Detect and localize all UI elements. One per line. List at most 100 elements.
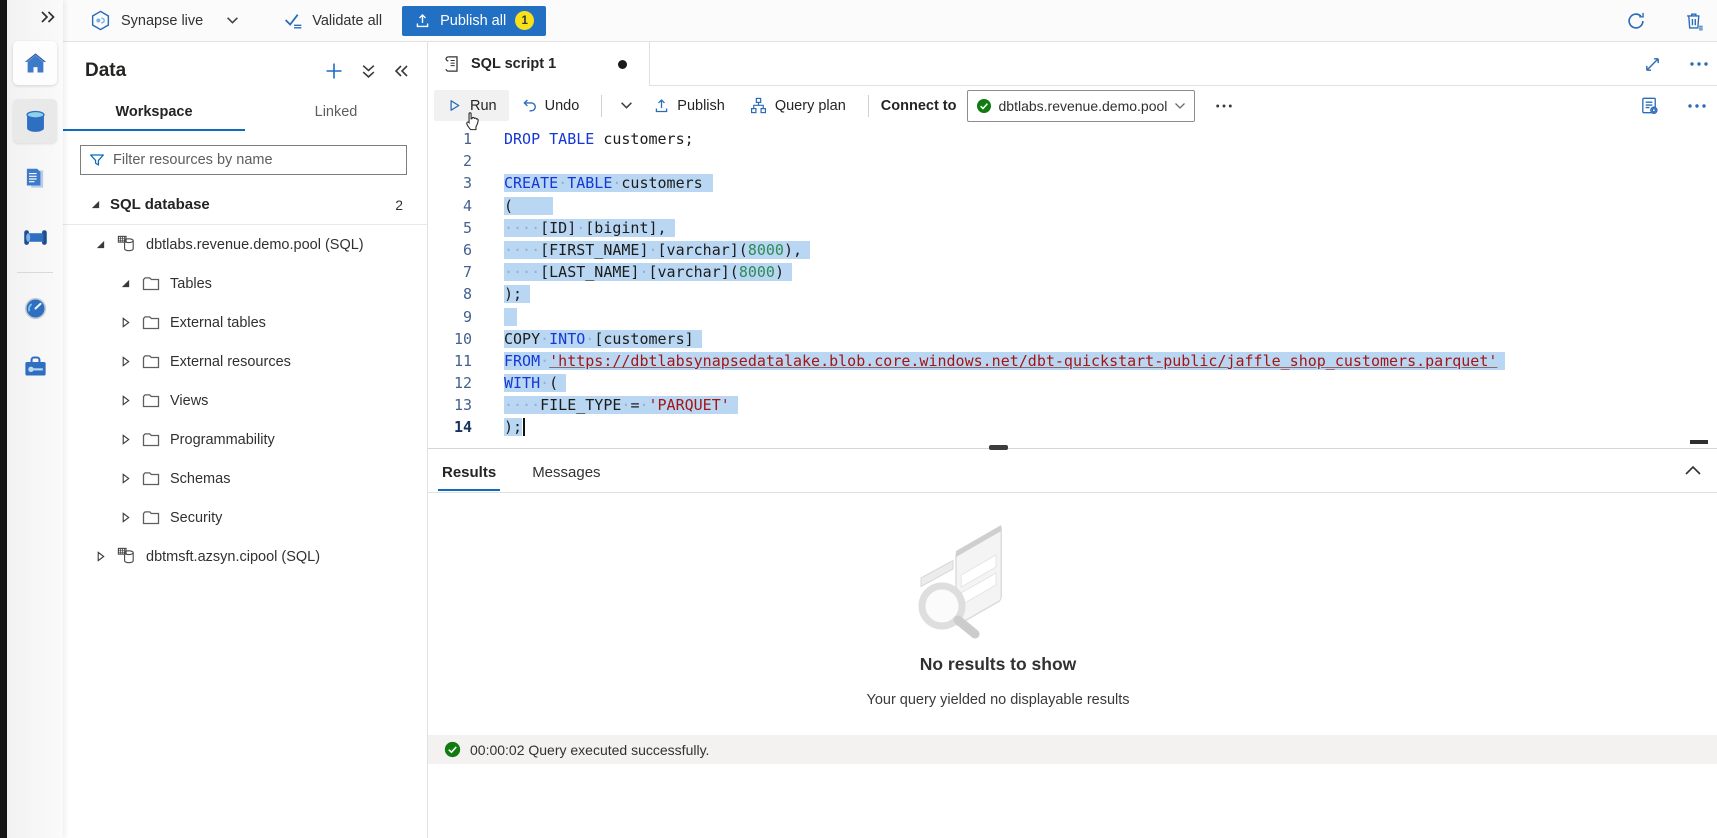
chevron-collapsed-icon[interactable]: [120, 317, 131, 328]
data-panel-tabs: Workspace Linked: [63, 96, 427, 131]
home-icon: [22, 50, 49, 77]
synapse-live-icon: [89, 9, 112, 32]
chevron-collapsed-icon[interactable]: [95, 551, 106, 562]
splitter-drag-handle[interactable]: [989, 445, 1008, 450]
code-line[interactable]: 10COPY·INTO·[customers]: [428, 328, 1717, 350]
nav-manage-button[interactable]: [7, 337, 63, 395]
chevron-expanded-icon[interactable]: [90, 199, 101, 210]
tab-more-options-icon[interactable]: [1689, 61, 1709, 67]
code-line[interactable]: 3CREATE·TABLE·customers: [428, 172, 1717, 194]
tab-messages[interactable]: Messages: [528, 454, 604, 491]
tab-linked[interactable]: Linked: [245, 96, 427, 131]
publish-button[interactable]: Publish: [641, 90, 737, 121]
nav-home-button[interactable]: [7, 34, 63, 92]
validate-all-button[interactable]: Validate all: [283, 10, 382, 31]
chevron-collapsed-icon[interactable]: [120, 434, 131, 445]
editor-lines: 1DROP TABLE customers;23CREATE·TABLE·cus…: [428, 128, 1717, 439]
scrollbar-marker[interactable]: [1690, 440, 1708, 444]
toolbar-divider: [868, 95, 869, 117]
toolbar-divider: [601, 95, 602, 117]
chevron-expanded-icon[interactable]: [95, 239, 106, 250]
tree-item-views[interactable]: Views: [63, 381, 427, 420]
line-number: 7: [428, 261, 472, 283]
chevron-collapsed-icon[interactable]: [120, 356, 131, 367]
tab-workspace[interactable]: Workspace: [63, 96, 245, 131]
pipeline-icon: [22, 224, 49, 251]
double-chevron-right-icon: [40, 10, 56, 24]
tree-item-external-tables[interactable]: External tables: [63, 303, 427, 342]
code-line[interactable]: 1DROP TABLE customers;: [428, 128, 1717, 150]
tree-item-pool-dbtlabs[interactable]: dbtlabs.revenue.demo.pool (SQL): [63, 225, 427, 264]
run-button[interactable]: Run: [434, 90, 509, 121]
nav-data-button[interactable]: [7, 92, 63, 150]
code-line[interactable]: 14);: [428, 416, 1717, 438]
code-line[interactable]: 6····[FIRST_NAME]·[varchar](8000),: [428, 239, 1717, 261]
line-number: 12: [428, 372, 472, 394]
chevron-collapsed-icon[interactable]: [120, 512, 131, 523]
tree-item-security[interactable]: Security: [63, 498, 427, 537]
tree-item-programmability[interactable]: Programmability: [63, 420, 427, 459]
nav-monitor-button[interactable]: [7, 279, 63, 337]
code-line[interactable]: 11FROM·'https://dbtlabsynapsedatalake.bl…: [428, 350, 1717, 372]
empty-results-subtitle: Your query yielded no displayable result…: [866, 692, 1129, 708]
mode-selector[interactable]: Synapse live: [89, 9, 239, 32]
trash-icon-button[interactable]: [1683, 10, 1705, 32]
collapse-all-icon[interactable]: [361, 63, 376, 79]
tree-item-external-resources[interactable]: External resources: [63, 342, 427, 381]
query-plan-button[interactable]: Query plan: [737, 89, 858, 122]
folder-icon: [141, 352, 161, 372]
tab-sql-script-1[interactable]: SQL script 1: [428, 42, 650, 86]
nav-develop-button[interactable]: [7, 150, 63, 208]
toolbar-more-options-icon[interactable]: [1215, 103, 1233, 109]
chevron-down-icon: [1174, 102, 1186, 110]
chevron-expanded-icon[interactable]: [120, 278, 131, 289]
code-line[interactable]: 7····[LAST_NAME]·[varchar](8000): [428, 261, 1717, 283]
pool-select-dropdown[interactable]: dbtlabs.revenue.demo.pool: [967, 90, 1196, 122]
line-number: 13: [428, 394, 472, 416]
code-line[interactable]: 13····FILE_TYPE·=·'PARQUET': [428, 394, 1717, 416]
line-number: 6: [428, 239, 472, 261]
code-line[interactable]: 5····[ID]·[bigint],: [428, 217, 1717, 239]
view-settings-icon[interactable]: [1639, 95, 1660, 116]
filter-box: [80, 145, 407, 175]
chevron-collapsed-icon[interactable]: [120, 473, 131, 484]
line-number: 5: [428, 217, 472, 239]
tree-item-schemas[interactable]: Schemas: [63, 459, 427, 498]
tree-item-pool-dbtmsft[interactable]: dbtmsft.azsyn.cipool (SQL): [63, 537, 427, 576]
results-tabbar: Results Messages: [428, 452, 1717, 493]
undo-button[interactable]: Undo: [509, 90, 592, 121]
line-number: 2: [428, 150, 472, 172]
line-number: 4: [428, 195, 472, 217]
chevron-collapsed-icon[interactable]: [120, 395, 131, 406]
refresh-button[interactable]: [1625, 10, 1647, 32]
collapse-results-chevron[interactable]: [1684, 464, 1702, 476]
nav-integrate-button[interactable]: [7, 208, 63, 266]
connected-check-icon: [976, 98, 992, 114]
tab-results[interactable]: Results: [438, 454, 500, 491]
code-line[interactable]: 2: [428, 150, 1717, 172]
gauge-icon: [22, 295, 49, 322]
sql-pool-icon: [116, 546, 137, 567]
collapse-panel-icon[interactable]: [393, 64, 409, 78]
sql-code-editor[interactable]: 1DROP TABLE customers;23CREATE·TABLE·cus…: [428, 125, 1717, 448]
editor-more-options-icon[interactable]: [1687, 103, 1707, 109]
connect-to-label: Connect to: [881, 98, 957, 114]
filter-resources-input[interactable]: [80, 145, 407, 175]
tree-item-sql-database[interactable]: SQL database 2: [63, 185, 427, 225]
tree-item-tables[interactable]: Tables: [63, 264, 427, 303]
add-resource-button[interactable]: [324, 61, 344, 81]
code-line[interactable]: 9​: [428, 306, 1717, 328]
expand-sidebar-button[interactable]: [7, 0, 63, 34]
run-options-chevron[interactable]: [612, 101, 641, 110]
chevron-down-icon[interactable]: [226, 16, 239, 25]
filter-icon: [88, 151, 106, 169]
code-line[interactable]: 12WITH·(: [428, 372, 1717, 394]
database-icon: [22, 108, 49, 135]
publish-all-button[interactable]: Publish all 1: [402, 6, 546, 36]
line-number: 14: [428, 416, 472, 438]
undo-icon: [521, 97, 538, 114]
expand-editor-icon[interactable]: [1643, 55, 1662, 74]
pool-select-value: dbtlabs.revenue.demo.pool: [999, 98, 1168, 114]
code-line[interactable]: 4(: [428, 195, 1717, 217]
code-line[interactable]: 8);: [428, 283, 1717, 305]
